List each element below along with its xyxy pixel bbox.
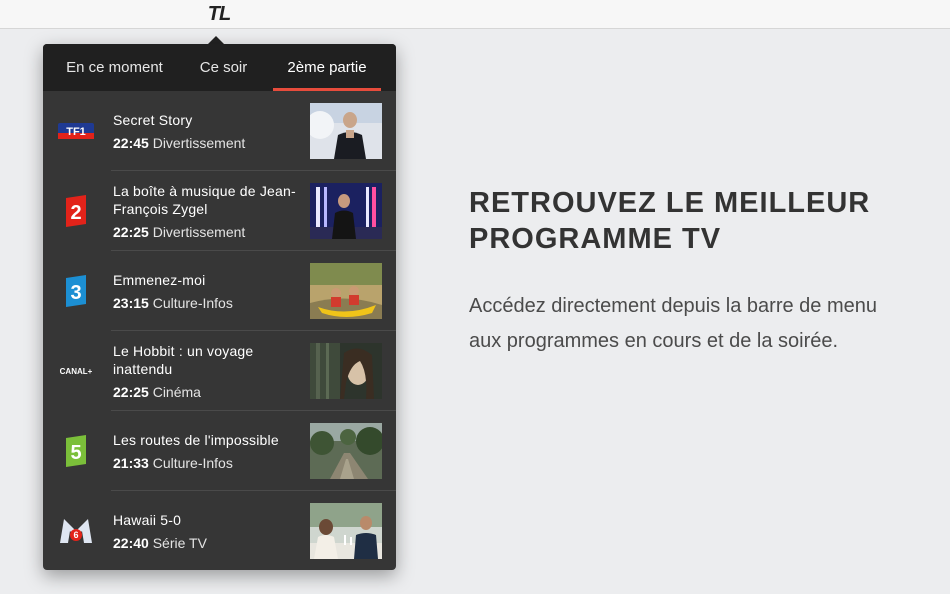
tab-2eme-partie[interactable]: 2ème partie	[273, 44, 381, 91]
hero-title: RETROUVEZ LE MEILLEUR PROGRAMME TV	[469, 187, 871, 255]
tv-program-popover: En ce moment Ce soir 2ème partie TF1 Sec…	[43, 44, 396, 570]
program-title: La boîte à musique de Jean-François Zyge…	[113, 182, 296, 217]
tab-ce-soir[interactable]: Ce soir	[186, 44, 261, 91]
program-time: 22:40	[113, 534, 149, 551]
program-genre: Divertissement	[152, 223, 246, 240]
france2-logo-icon: 2	[57, 195, 95, 227]
menu-bar: TL	[0, 0, 950, 29]
svg-text:5: 5	[70, 442, 81, 464]
program-thumbnail	[310, 503, 382, 559]
program-time: 22:45	[113, 134, 149, 151]
program-genre: Culture-Infos	[152, 294, 233, 311]
france3-logo-icon: 3	[57, 275, 95, 307]
program-title: Secret Story	[113, 111, 193, 128]
program-title: Emmenez-moi	[113, 271, 206, 288]
program-time: 22:25	[113, 383, 149, 400]
svg-text:6: 6	[73, 530, 78, 540]
tab-en-ce-moment[interactable]: En ce moment	[43, 44, 186, 91]
program-thumbnail	[310, 263, 382, 319]
svg-text:TF1: TF1	[66, 126, 86, 138]
svg-text:3: 3	[70, 282, 81, 304]
program-thumbnail	[310, 343, 382, 399]
tl-app-icon[interactable]: TL	[205, 2, 233, 26]
svg-text:2: 2	[70, 202, 81, 224]
program-title: Les routes de l'impossible	[113, 431, 279, 448]
program-thumbnail	[310, 183, 382, 239]
france5-logo-icon: 5	[57, 435, 95, 467]
canal-plus-logo-icon: CANAL+	[57, 355, 95, 387]
program-title: Hawaii 5-0	[113, 511, 182, 528]
program-genre: Divertissement	[152, 134, 246, 151]
m6-logo-icon: 6	[57, 515, 95, 547]
program-row[interactable]: 6 Hawaii 5-0 22:40 Série TV	[43, 491, 396, 571]
program-time: 21:33	[113, 454, 149, 471]
program-thumbnail	[310, 103, 382, 159]
program-row[interactable]: 3 Emmenez-moi 23:15 Culture-Infos	[43, 251, 396, 331]
tf1-logo-icon: TF1	[57, 115, 95, 147]
tab-bar: En ce moment Ce soir 2ème partie	[43, 44, 396, 91]
program-genre: Cinéma	[152, 383, 201, 400]
program-thumbnail	[310, 423, 382, 479]
program-time: 22:25	[113, 223, 149, 240]
program-row[interactable]: CANAL+ Le Hobbit : un voyage inattendu 2…	[43, 331, 396, 411]
program-time: 23:15	[113, 294, 149, 311]
program-row[interactable]: TF1 Secret Story 22:45 Divertissement	[43, 91, 396, 171]
program-row[interactable]: 5 Les routes de l'impossible 21:33 Cultu…	[43, 411, 396, 491]
program-genre: Culture-Infos	[152, 454, 233, 471]
hero-description: Accédez directement depuis la barre de m…	[469, 295, 878, 352]
svg-text:CANAL+: CANAL+	[60, 367, 93, 376]
program-genre: Série TV	[152, 534, 207, 551]
program-row[interactable]: 2 La boîte à musique de Jean-François Zy…	[43, 171, 396, 251]
program-title: Le Hobbit : un voyage inattendu	[113, 342, 254, 377]
